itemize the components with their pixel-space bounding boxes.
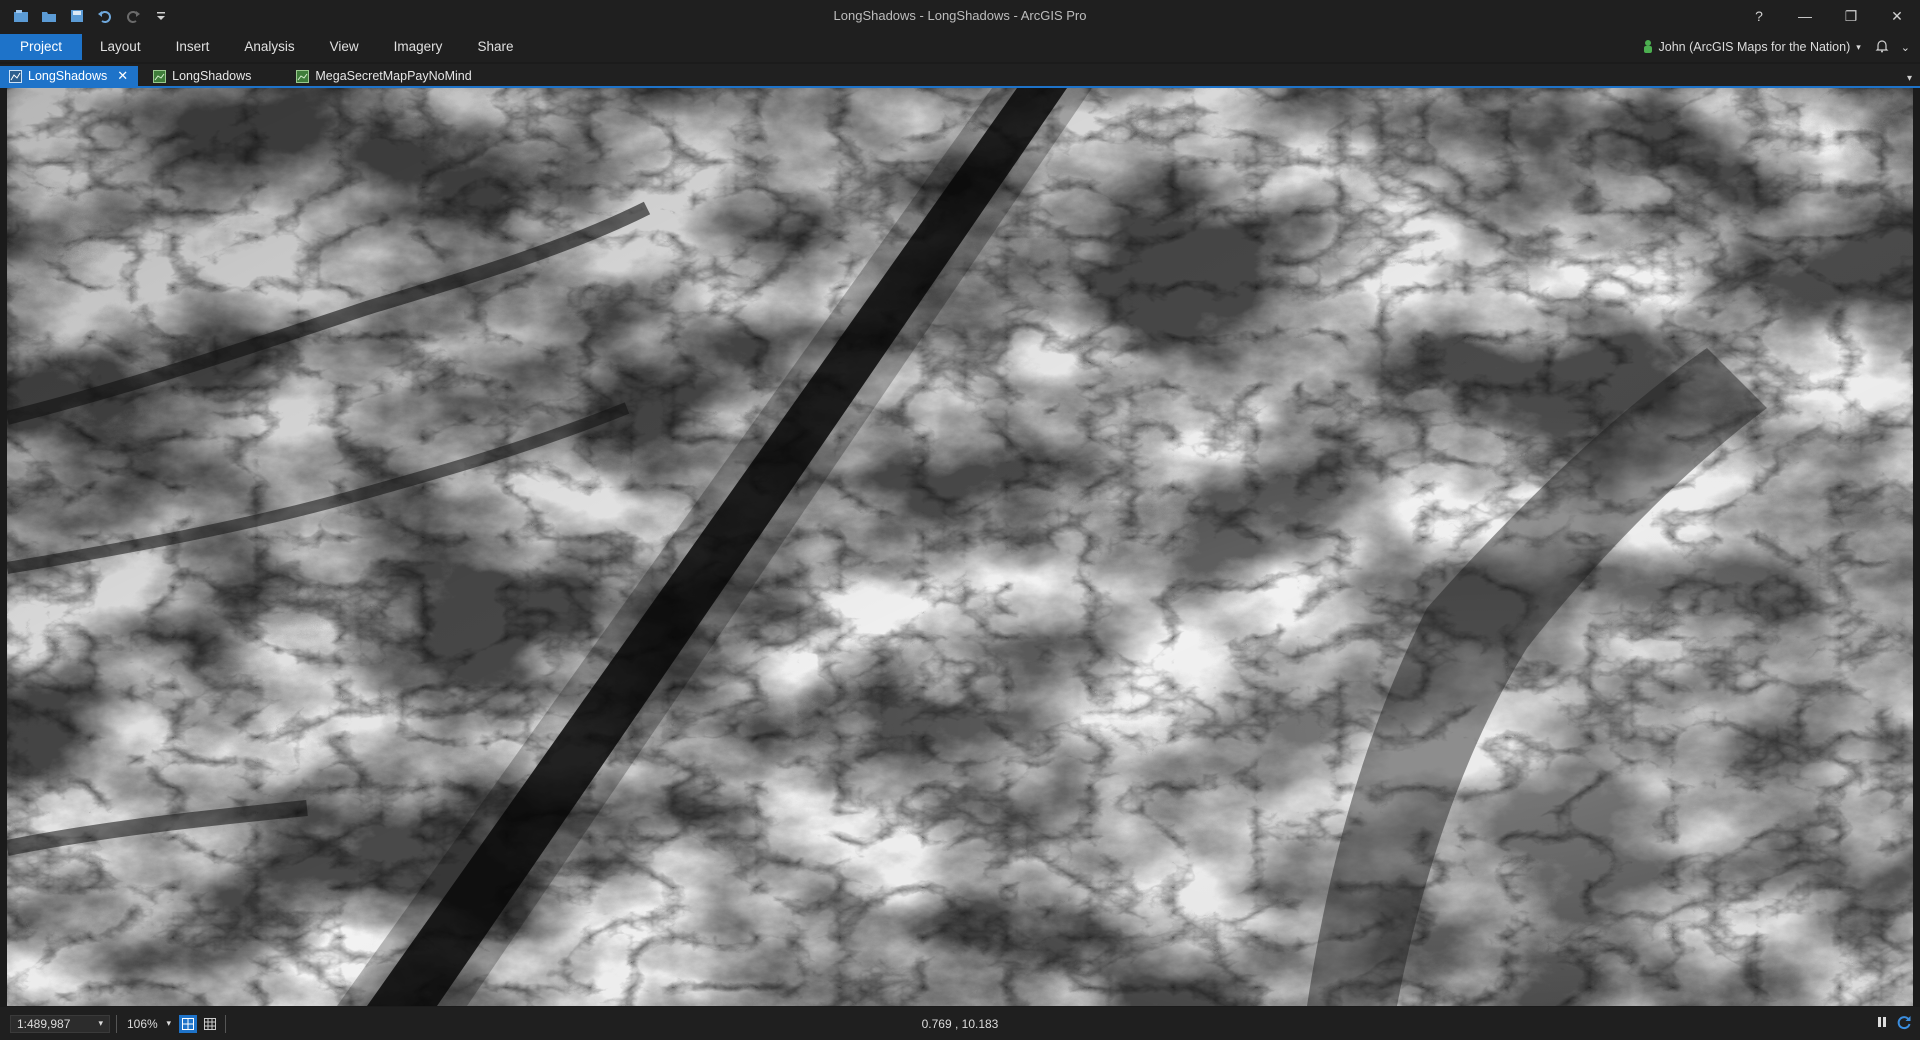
zoom-selector[interactable]: 106% ▾ <box>123 1015 175 1033</box>
coordinates-readout: 0.769 , 10.183 <box>921 1016 999 1031</box>
project-icon[interactable] <box>10 5 32 27</box>
title-bar: LongShadows - LongShadows - ArcGIS Pro ?… <box>0 0 1920 32</box>
notification-bell-icon[interactable] <box>1875 39 1889 56</box>
pause-drawing-icon[interactable] <box>1876 1016 1888 1031</box>
close-icon[interactable]: ✕ <box>117 68 128 84</box>
status-bar: 1:489,987 ▾ 106% ▾ 0.769 , 10.183 <box>0 1007 1920 1040</box>
status-right-tools <box>1876 1014 1912 1033</box>
user-dropdown-icon[interactable]: ▾ <box>1856 42 1861 53</box>
view-tab-megasecretmap[interactable]: MegaSecretMapPayNoMind <box>287 66 481 86</box>
map-view-icon <box>8 69 22 83</box>
view-tabs-dropdown-icon[interactable]: ▾ <box>1907 73 1912 84</box>
tab-layout[interactable]: Layout <box>83 34 158 60</box>
view-tabs: LongShadows ✕ LongShadows MegaSecretMapP… <box>0 64 1920 88</box>
tab-imagery[interactable]: Imagery <box>377 34 460 60</box>
view-tab-label: MegaSecretMapPayNoMind <box>315 69 472 83</box>
user-name[interactable]: John (ArcGIS Maps for the Nation) <box>1659 40 1851 54</box>
status-separator <box>116 1014 117 1033</box>
window-title: LongShadows - LongShadows - ArcGIS Pro <box>833 8 1087 23</box>
elevation-raster[interactable] <box>7 88 1913 1006</box>
user-status-icon <box>1643 39 1653 56</box>
user-area: John (ArcGIS Maps for the Nation) ▾ ⌄ <box>1643 32 1910 62</box>
tab-insert[interactable]: Insert <box>159 34 227 60</box>
restore-button[interactable]: ❐ <box>1828 0 1874 32</box>
status-separator <box>225 1014 226 1033</box>
map-icon <box>295 69 309 83</box>
map-view[interactable] <box>7 88 1913 1006</box>
chevron-down-icon: ▾ <box>166 1018 171 1028</box>
help-button[interactable]: ? <box>1736 0 1782 32</box>
arcgis-pro-window: LongShadows - LongShadows - ArcGIS Pro ?… <box>0 0 1920 1040</box>
close-button[interactable]: ✕ <box>1874 0 1920 32</box>
tab-share[interactable]: Share <box>460 34 530 60</box>
refresh-icon[interactable] <box>1896 1014 1912 1033</box>
undo-icon[interactable] <box>94 5 116 27</box>
window-controls: ? — ❐ ✕ <box>1736 0 1920 32</box>
tab-analysis[interactable]: Analysis <box>227 34 311 60</box>
tab-project[interactable]: Project <box>0 34 83 60</box>
ribbon-tabs: Project Layout Insert Analysis View Imag… <box>0 32 1920 62</box>
chevron-down-icon[interactable]: ⌄ <box>1901 41 1910 54</box>
map-grid-toggle-icon[interactable] <box>179 1014 197 1033</box>
minimize-button[interactable]: — <box>1782 0 1828 32</box>
view-tab-longshadows[interactable]: LongShadows <box>144 66 261 86</box>
tab-view[interactable]: View <box>313 34 376 60</box>
quick-access-toolbar <box>0 5 172 27</box>
redo-icon[interactable] <box>122 5 144 27</box>
scale-selector[interactable]: 1:489,987 ▾ <box>10 1014 110 1033</box>
scale-value: 1:489,987 <box>17 1016 71 1031</box>
view-tab-longshadows-active[interactable]: LongShadows ✕ <box>0 66 139 86</box>
chevron-down-icon: ▾ <box>98 1018 103 1028</box>
save-icon[interactable] <box>66 5 88 27</box>
open-icon[interactable] <box>38 5 60 27</box>
zoom-value: 106% <box>127 1016 158 1031</box>
map-icon <box>152 69 166 83</box>
customize-icon[interactable] <box>150 5 172 27</box>
table-grid-icon[interactable] <box>201 1015 219 1033</box>
view-tab-label: LongShadows <box>28 69 108 83</box>
view-tab-label: LongShadows <box>172 69 252 83</box>
